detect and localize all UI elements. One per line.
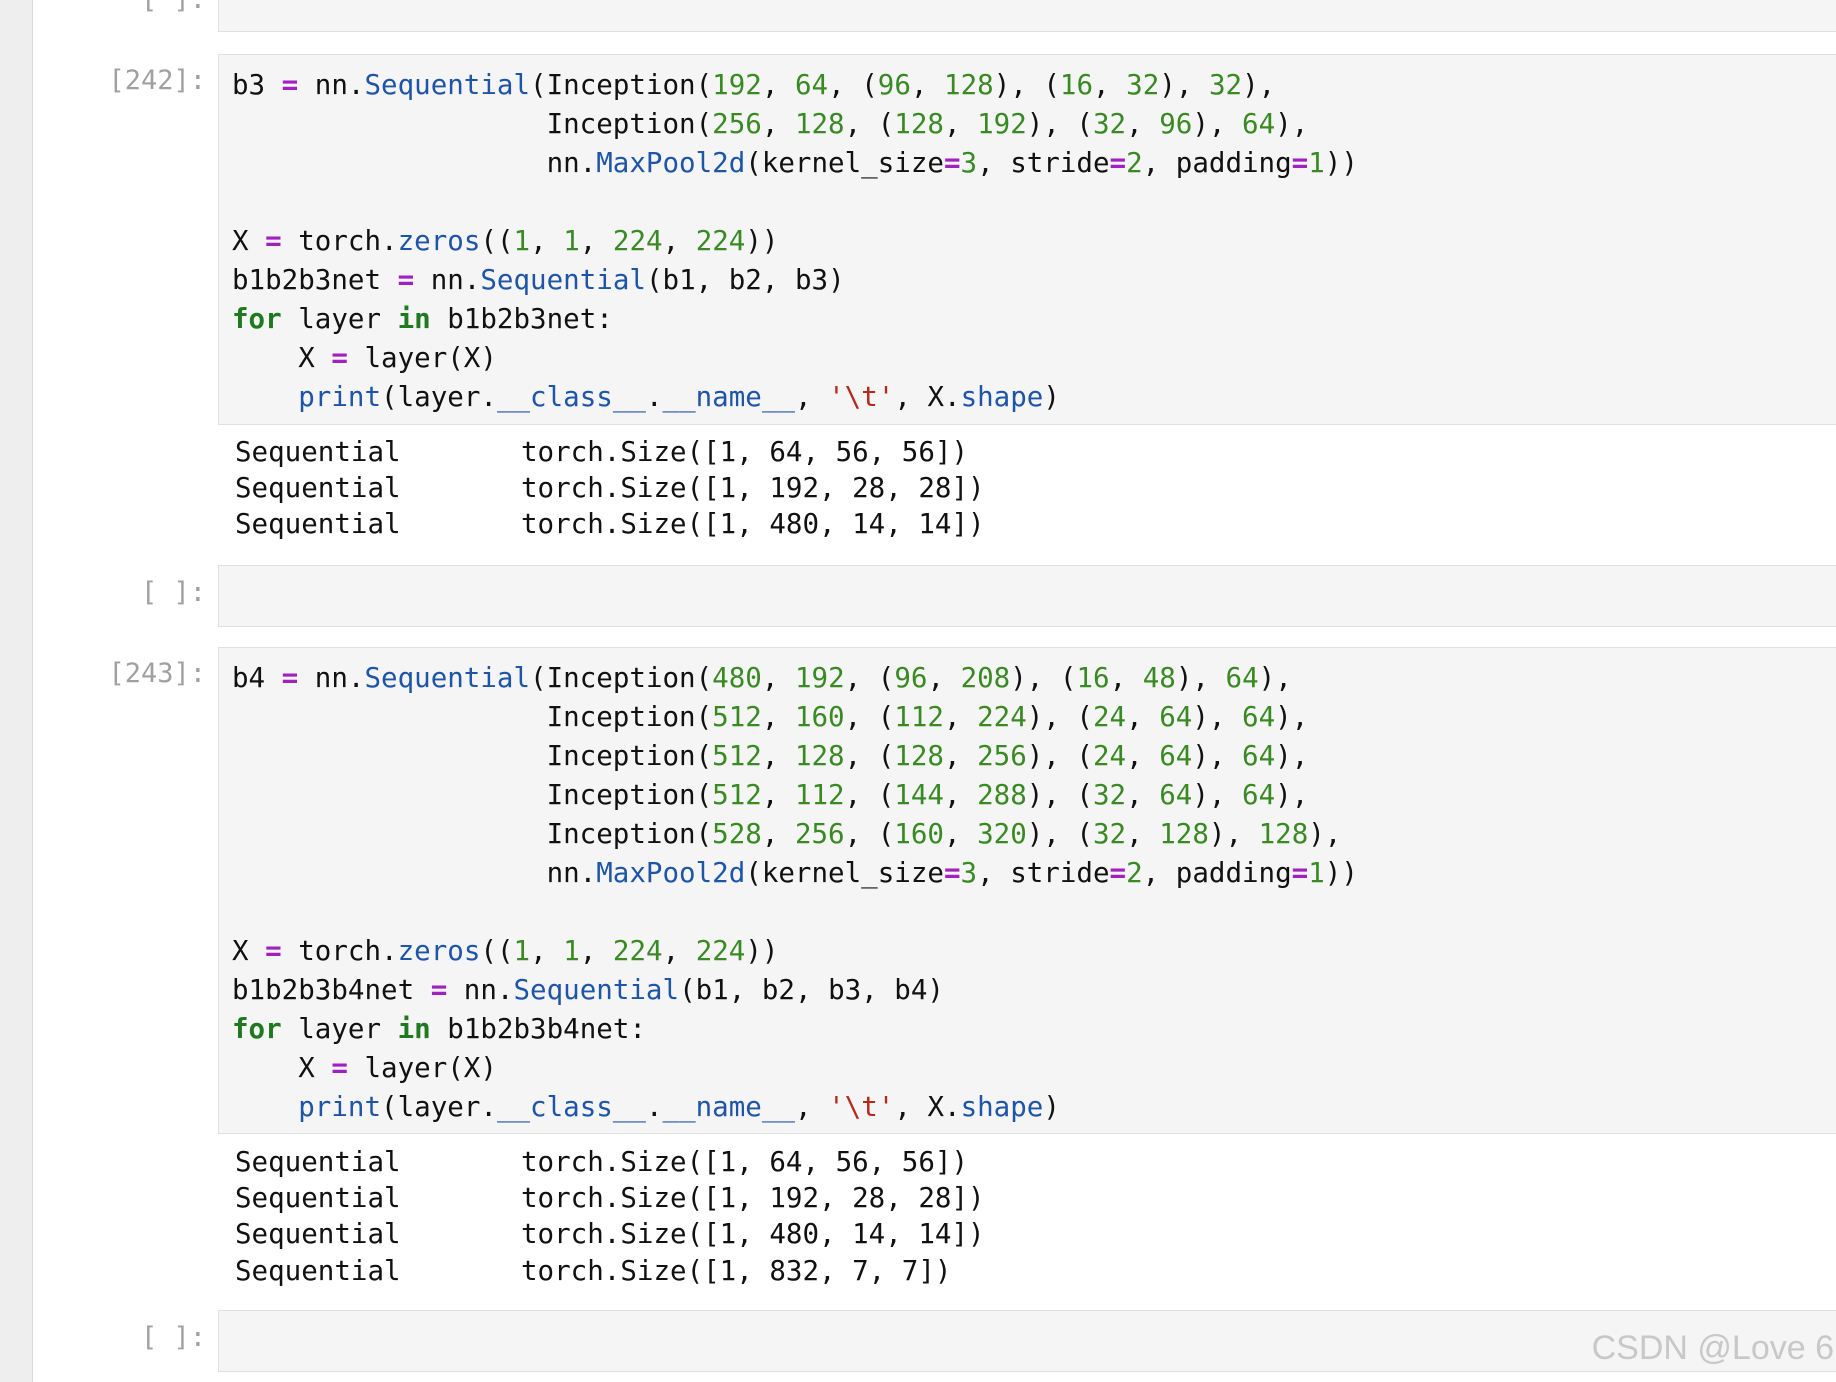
cell-output: Sequential torch.Size([1, 64, 56, 56]) Seq… (235, 434, 985, 543)
code-line: X = torch.zeros((1, 1, 224, 224)) (232, 935, 779, 967)
code-line: Inception(512, 112, (144, 288), (32, 64)… (232, 779, 1309, 811)
code-line: X = layer(X) (232, 342, 497, 374)
output-line: Sequential torch.Size([1, 64, 56, 56]) (235, 1144, 985, 1180)
cell-prompt: [242]: (108, 65, 206, 96)
left-gutter (0, 0, 33, 1382)
output-shape: torch.Size([1, 64, 56, 56]) (521, 1146, 969, 1178)
output-layer-name: Sequential (235, 436, 401, 468)
code-input[interactable]: b3 = nn.Sequential(Inception(192, 64, (9… (218, 54, 1836, 425)
code-input[interactable] (218, 565, 1836, 627)
output-line: Sequential torch.Size([1, 192, 28, 28]) (235, 470, 985, 506)
output-line: Sequential torch.Size([1, 192, 28, 28]) (235, 1180, 985, 1216)
code-line: for layer in b1b2b3net: (232, 303, 613, 335)
code-line: print(layer.__class__.__name__, '\t', X.… (298, 381, 1060, 413)
output-layer-name: Sequential (235, 1146, 401, 1178)
code-line: b1b2b3b4net = nn.Sequential(b1, b2, b3, … (232, 974, 944, 1006)
code-input[interactable]: b4 = nn.Sequential(Inception(480, 192, (… (218, 647, 1836, 1134)
code-cell-242[interactable]: [242]: b3 = nn.Sequential(Inception(192,… (32, 54, 1836, 544)
output-layer-name: Sequential (235, 1218, 401, 1251)
output-shape: torch.Size([1, 64, 56, 56]) (521, 436, 969, 468)
cell-prompt: [ ]: (46, 0, 206, 15)
code-line: X = torch.zeros((1, 1, 224, 224)) (232, 225, 779, 257)
code-line: Inception(256, 128, (128, 192), (32, 96)… (232, 108, 1309, 140)
output-shape: torch.Size([1, 480, 14, 14]) (521, 508, 985, 541)
code-line: nn.MaxPool2d(kernel_size=3, stride=2, pa… (232, 857, 1358, 889)
output-line: Sequential torch.Size([1, 832, 7, 7]) (235, 1253, 985, 1289)
output-shape: torch.Size([1, 480, 14, 14]) (521, 1218, 985, 1251)
output-line: Sequential torch.Size([1, 480, 14, 14]) (235, 1216, 985, 1252)
code-line: X = layer(X) (232, 1052, 497, 1084)
cell-output: Sequential torch.Size([1, 64, 56, 56]) Seq… (235, 1144, 985, 1289)
cell-prompt: [243]: (108, 658, 206, 689)
output-layer-name: Sequential (235, 1254, 401, 1287)
code-line: Inception(512, 160, (112, 224), (24, 64)… (232, 701, 1309, 733)
notebook: [ ]: [242]: b3 = nn.Sequential(Inception… (32, 0, 1836, 1382)
output-shape: torch.Size([1, 192, 28, 28]) (521, 472, 985, 505)
output-line: Sequential torch.Size([1, 64, 56, 56]) (235, 434, 985, 470)
cell-prompt: [ ]: (140, 1322, 206, 1353)
code-line: print(layer.__class__.__name__, '\t', X.… (298, 1091, 1060, 1123)
code-line: b4 = nn.Sequential(Inception(480, 192, (… (232, 662, 1292, 694)
code-line: b1b2b3net = nn.Sequential(b1, b2, b3) (232, 264, 845, 296)
empty-cell[interactable]: [ ]: (32, 1310, 1836, 1372)
empty-cell[interactable]: [ ]: (32, 565, 1836, 627)
watermark: CSDN @Love 6 (1591, 1329, 1834, 1367)
code-line: for layer in b1b2b3b4net: (232, 1013, 646, 1045)
output-layer-name: Sequential (235, 508, 401, 541)
empty-cell[interactable]: [ ]: (32, 0, 1836, 34)
output-layer-name: Sequential (235, 472, 401, 505)
output-line: Sequential torch.Size([1, 480, 14, 14]) (235, 506, 985, 542)
code-input[interactable] (218, 0, 1836, 32)
code-line: b3 = nn.Sequential(Inception(192, 64, (9… (232, 69, 1276, 101)
output-shape: torch.Size([1, 192, 28, 28]) (521, 1182, 985, 1215)
code-line: nn.MaxPool2d(kernel_size=3, stride=2, pa… (232, 147, 1358, 179)
code-text[interactable]: b3 = nn.Sequential(Inception(192, 64, (9… (219, 55, 1836, 417)
output-layer-name: Sequential (235, 1182, 401, 1215)
code-line: Inception(512, 128, (128, 256), (24, 64)… (232, 740, 1309, 772)
code-cell-243[interactable]: [243]: b4 = nn.Sequential(Inception(480,… (32, 647, 1836, 1307)
code-line: Inception(528, 256, (160, 320), (32, 128… (232, 818, 1342, 850)
code-text[interactable]: b4 = nn.Sequential(Inception(480, 192, (… (219, 648, 1836, 1127)
cell-prompt: [ ]: (140, 577, 206, 608)
output-shape: torch.Size([1, 832, 7, 7]) (521, 1254, 952, 1287)
